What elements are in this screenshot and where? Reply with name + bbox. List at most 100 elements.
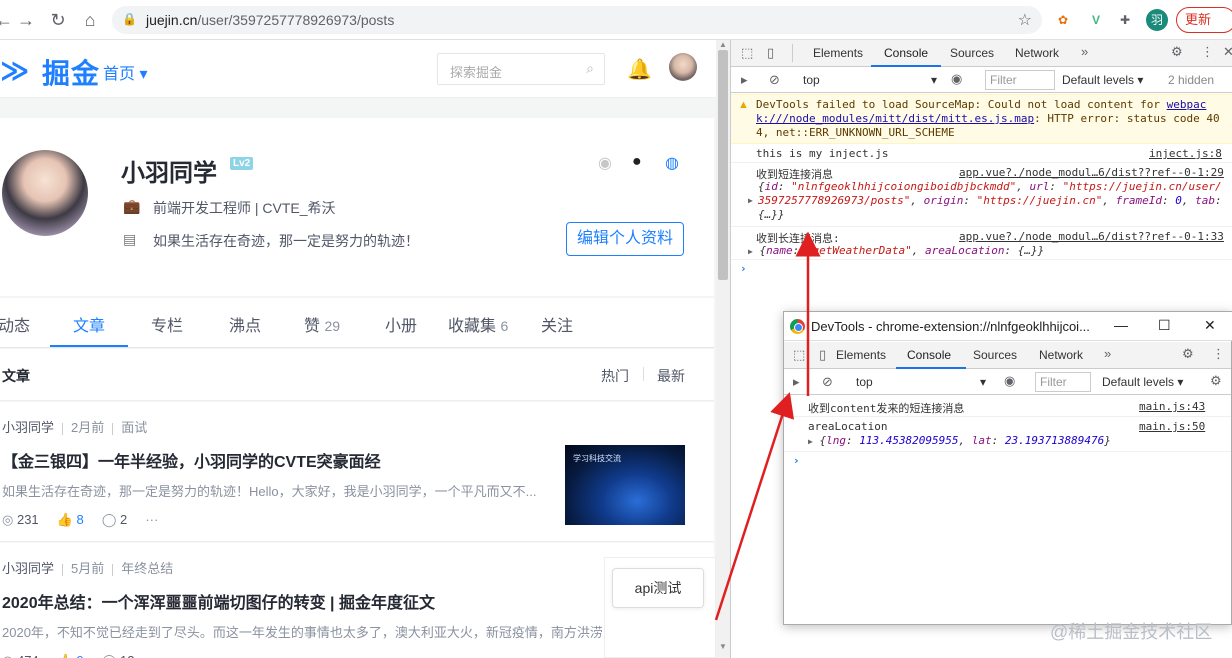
tab-pins[interactable]: 沸点 [229, 312, 261, 336]
source-link[interactable]: main.js:43 [1139, 400, 1205, 413]
kebab-menu-icon[interactable]: ⋮ [1201, 44, 1214, 60]
source-link[interactable]: app.vue?./node_modul…6/dist??ref--0-1:29 [959, 166, 1224, 179]
more-icon[interactable]: ··· [145, 512, 158, 527]
url-text[interactable]: juejin.cn/user/3597257778926973/posts [146, 12, 394, 28]
log-object[interactable]: ▶ {name: "getWeatherData", areaLocation:… [748, 244, 1228, 257]
context-selector[interactable]: top ▾ [803, 73, 937, 87]
log-object[interactable]: ▶ {lng: 113.45382095955, lat: 23.1937138… [808, 434, 1111, 447]
scrollbar-thumb[interactable] [718, 50, 728, 280]
tab-likes[interactable]: 赞 29 [304, 312, 340, 336]
home-nav-dropdown[interactable]: 首页 ▾ [103, 60, 148, 84]
console-settings-gear-icon[interactable]: ⚙ [1210, 373, 1222, 389]
like-icon[interactable]: 👍 [57, 653, 73, 658]
window-titlebar[interactable]: DevTools - chrome-extension://nlnfgeoklh… [784, 312, 1232, 341]
device-toolbar-icon[interactable]: ▯ [767, 45, 774, 61]
tab-articles[interactable]: 文章 [73, 312, 105, 336]
live-expression-eye-icon[interactable]: ◉ [1004, 373, 1015, 389]
user-avatar[interactable] [669, 53, 697, 81]
tab-console[interactable]: Console [907, 348, 951, 362]
address-bar[interactable]: 🔒 juejin.cn/user/3597257778926973/posts … [112, 6, 1042, 34]
more-tabs-icon[interactable]: » [1104, 346, 1111, 361]
extension-icon[interactable]: ✿ [1052, 9, 1074, 31]
clear-console-icon[interactable]: ⊘ [769, 72, 780, 88]
tab-sources[interactable]: Sources [950, 46, 994, 60]
settings-gear-icon[interactable]: ⚙ [1171, 44, 1183, 60]
bookmark-star-icon[interactable]: ☆ [1018, 10, 1032, 30]
live-expression-eye-icon[interactable]: ◉ [951, 71, 962, 87]
close-icon[interactable]: ✕ [1223, 44, 1232, 60]
tab-following[interactable]: 关注 [541, 312, 573, 336]
scroll-down-icon[interactable]: ▼ [719, 642, 727, 651]
comment-icon[interactable]: ◯ [102, 653, 117, 658]
views-icon: ◎ [2, 653, 13, 658]
more-tabs-icon[interactable]: » [1081, 44, 1088, 59]
article-title[interactable]: 2020年总结：一个浑浑噩噩前端切图仔的转变 | 掘金年度征文 [2, 589, 435, 613]
vue-devtools-icon[interactable]: V [1085, 9, 1107, 31]
device-toolbar-icon[interactable]: ▯ [819, 347, 826, 363]
profile-avatar[interactable]: 羽 [1146, 9, 1168, 31]
kebab-menu-icon[interactable]: ⋮ [1212, 346, 1225, 362]
inspect-element-icon[interactable]: ⬚ [741, 45, 753, 61]
scroll-up-icon[interactable]: ▲ [719, 40, 727, 49]
tab-collections[interactable]: 收藏集 6 [448, 312, 508, 336]
log-object[interactable]: ▶ {id: "nlnfgeoklhhijcoiongiboidbjbckmdd… [748, 180, 1228, 222]
close-window-icon[interactable]: ✕ [1204, 317, 1216, 334]
settings-gear-icon[interactable]: ⚙ [1182, 346, 1194, 362]
extensions-puzzle-icon[interactable]: ✚ [1114, 9, 1136, 31]
search-icon[interactable]: ⌕ [586, 60, 594, 77]
tab-elements[interactable]: Elements [836, 348, 886, 362]
tab-sources[interactable]: Sources [973, 348, 1017, 362]
source-link[interactable]: inject.js:8 [1149, 147, 1222, 160]
juejin-logo-text[interactable]: 掘金 [42, 52, 100, 92]
api-test-button[interactable]: api测试 [612, 568, 704, 608]
lock-icon: 🔒 [122, 12, 137, 26]
search-input[interactable]: 探索掘金 ⌕ [437, 53, 605, 85]
list-item[interactable]: 小羽同学 2月前 面试 【金三银四】一年半经验，小羽同学的CVTE突豪面经 如果生活… [0, 402, 714, 542]
search-placeholder: 探索掘金 [450, 65, 503, 80]
tab-network[interactable]: Network [1039, 348, 1083, 362]
sidebar-toggle-icon[interactable]: ▸ [793, 374, 800, 390]
console-filter-input[interactable]: Filter [1035, 372, 1091, 392]
console-filter-input[interactable]: Filter [985, 70, 1055, 90]
console-log-row: areaLocation main.js:50 ▶ {lng: 113.4538… [784, 418, 1231, 452]
log-levels-dropdown[interactable]: Default levels ▾ [1102, 375, 1183, 389]
console-prompt-icon[interactable]: › [740, 262, 747, 275]
log-levels-dropdown[interactable]: Default levels ▾ [1062, 73, 1143, 87]
tab-elements[interactable]: Elements [813, 46, 863, 60]
article-thumbnail[interactable]: 学习科技交流 [565, 445, 685, 525]
reload-icon[interactable]: ↻ [46, 8, 70, 32]
page-scrollbar[interactable]: ▲ ▼ [716, 40, 730, 658]
console-prompt-icon[interactable]: › [793, 454, 800, 467]
sort-hot-button[interactable]: 热门 [601, 366, 629, 386]
github-icon[interactable]: ● [632, 153, 642, 171]
tab-network[interactable]: Network [1015, 46, 1059, 60]
home-icon[interactable]: ⌂ [78, 8, 102, 32]
juejin-logo-icon[interactable]: ≫ [0, 54, 29, 87]
tab-books[interactable]: 小册 [385, 312, 417, 336]
expand-triangle-icon[interactable]: ▶ [748, 247, 753, 256]
website-globe-icon[interactable]: ◍ [665, 153, 679, 173]
edit-profile-button[interactable]: 编辑个人资料 [566, 222, 684, 256]
caret-down-icon: ▾ [930, 73, 937, 87]
expand-triangle-icon[interactable]: ▶ [808, 437, 813, 446]
source-link[interactable]: app.vue?./node_modul…6/dist??ref--0-1:33 [959, 230, 1224, 243]
clear-console-icon[interactable]: ⊘ [822, 374, 833, 390]
maximize-icon[interactable]: ☐ [1158, 317, 1171, 334]
like-icon[interactable]: 👍 [57, 512, 73, 527]
expand-triangle-icon[interactable]: ▶ [748, 194, 753, 208]
forward-icon[interactable]: → [14, 8, 38, 32]
tab-activity[interactable]: 动态 [0, 312, 30, 336]
notification-bell-icon[interactable]: 🔔 [627, 57, 652, 82]
tab-console[interactable]: Console [884, 46, 928, 60]
tab-columns[interactable]: 专栏 [151, 312, 183, 336]
article-title[interactable]: 【金三银四】一年半经验，小羽同学的CVTE突豪面经 [2, 448, 381, 472]
minimize-icon[interactable]: — [1114, 317, 1128, 333]
comment-icon[interactable]: ◯ [102, 512, 117, 527]
sort-new-button[interactable]: 最新 [657, 366, 685, 386]
source-link[interactable]: main.js:50 [1139, 420, 1205, 433]
context-selector[interactable]: top ▾ [856, 375, 986, 389]
weibo-icon[interactable]: ◉ [598, 153, 612, 173]
inspect-element-icon[interactable]: ⬚ [793, 347, 805, 363]
update-button[interactable]: 更新 [1176, 7, 1232, 33]
sidebar-toggle-icon[interactable]: ▸ [741, 72, 748, 88]
